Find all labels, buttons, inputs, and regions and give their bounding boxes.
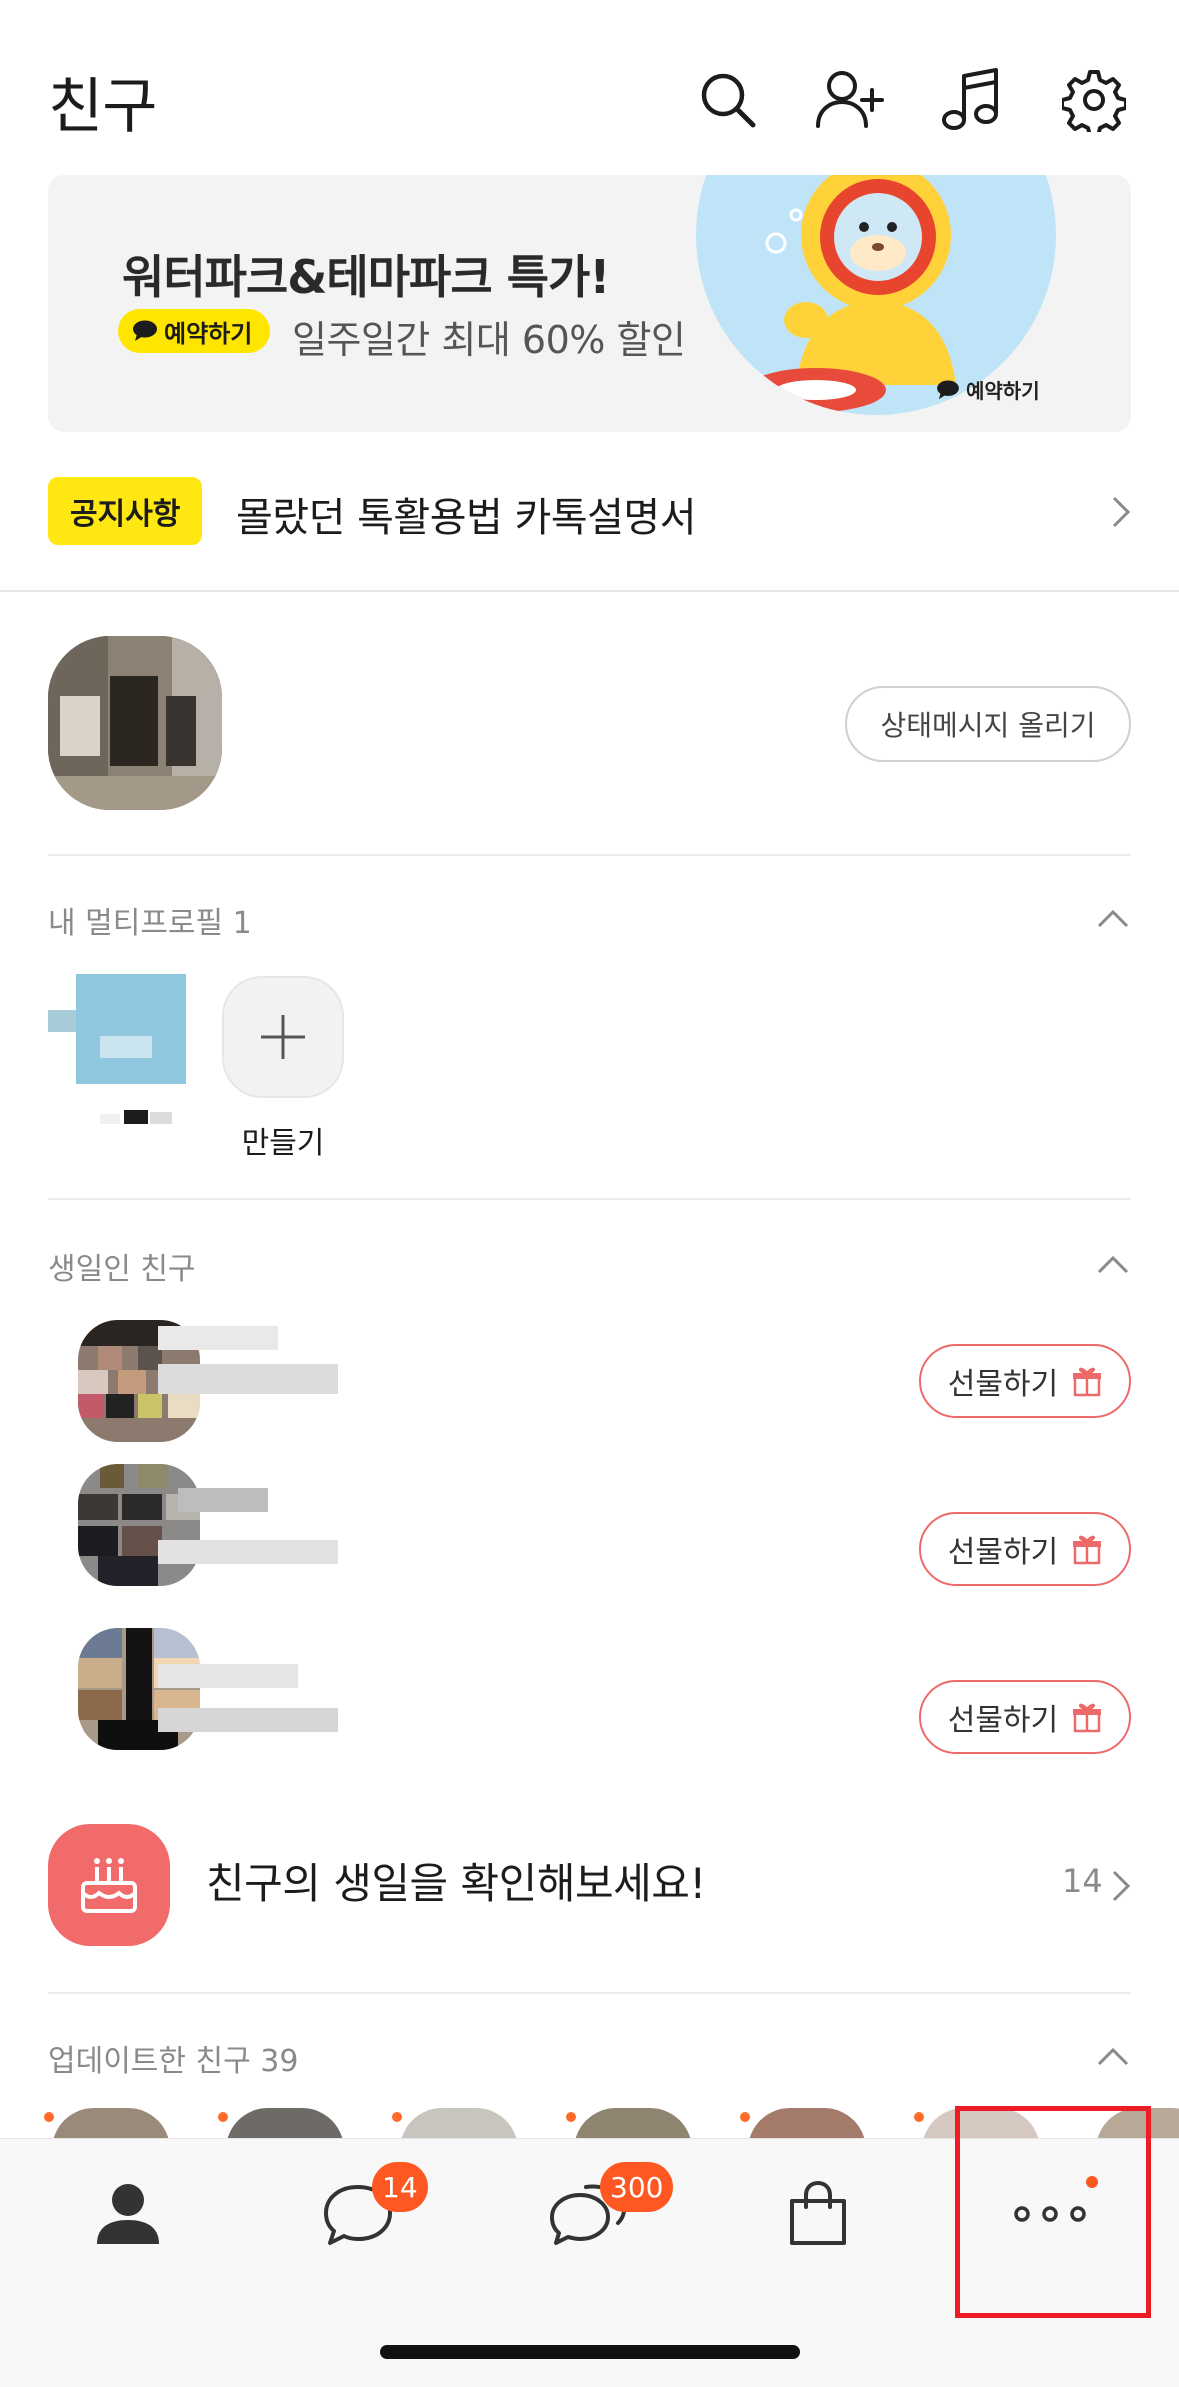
notice-link[interactable]: 몰랐던 톡활용법 카톡설명서 (236, 485, 697, 543)
friend-status-blurred (158, 1708, 338, 1732)
friend-name-blurred (178, 1488, 268, 1512)
banner-reserve-pill: 예약하기 (118, 309, 271, 353)
highlight-annotation-box (955, 2106, 1151, 2318)
music-icon[interactable] (932, 62, 1008, 138)
birthday-cake-icon (48, 1824, 170, 1946)
chevron-up-icon[interactable] (1093, 898, 1133, 938)
banner-pill-label: 예약하기 (164, 319, 253, 348)
gift-button-label: 선물하기 (947, 1367, 1059, 1402)
settings-gear-icon[interactable] (1056, 62, 1132, 138)
new-indicator-dot (740, 2112, 750, 2122)
make-multi-profile-label: 만들기 (241, 1126, 325, 1161)
friend-status-blurred (158, 1364, 338, 1394)
banner-corner-reserve: 예약하기 (936, 375, 1040, 404)
gift-box-icon (1073, 1535, 1102, 1565)
friend-avatar (78, 1464, 200, 1586)
send-gift-button[interactable]: 선물하기 (919, 1680, 1131, 1754)
banner-title: 워터파크&테마파크 특가! (122, 250, 610, 304)
section-divider (0, 590, 1179, 592)
person-icon (97, 2184, 159, 2244)
friend-name-blurred (158, 1326, 278, 1350)
new-indicator-dot (392, 2112, 402, 2122)
notice-badge: 공지사항 (48, 477, 203, 545)
section-divider (48, 854, 1131, 856)
friend-status-blurred (158, 1540, 338, 1564)
open-chat-badge: 300 (600, 2162, 674, 2212)
new-indicator-dot (218, 2112, 228, 2122)
add-friend-icon[interactable] (812, 62, 888, 138)
shopping-bag-icon (790, 2181, 846, 2245)
post-status-message-button[interactable]: 상태메시지 올리기 (845, 686, 1131, 762)
updated-friends-section-title: 업데이트한 친구 39 (48, 2044, 299, 2079)
tab-friends[interactable] (58, 2164, 198, 2264)
new-indicator-dot (914, 2112, 924, 2122)
new-indicator-dot (44, 2112, 54, 2122)
friend-name-blurred (158, 1664, 298, 1688)
gift-button-label: 선물하기 (947, 1703, 1059, 1738)
birthday-count: 14 (1062, 1862, 1103, 1900)
birthday-section-title: 생일인 친구 (48, 1252, 196, 1287)
section-divider (48, 1992, 1131, 1994)
make-multi-profile-button[interactable] (222, 976, 344, 1098)
chevron-up-icon[interactable] (1093, 2036, 1133, 2076)
gift-button-label: 선물하기 (947, 1535, 1059, 1570)
chevron-up-icon[interactable] (1093, 1244, 1133, 1284)
my-profile-avatar[interactable] (48, 636, 222, 810)
page-title: 친구 (48, 72, 157, 142)
chevron-right-icon[interactable] (1108, 1868, 1132, 1908)
send-gift-button[interactable]: 선물하기 (919, 1344, 1131, 1418)
search-icon[interactable] (690, 62, 766, 138)
home-indicator[interactable] (380, 2345, 800, 2359)
check-birthdays-link[interactable]: 친구의 생일을 확인해보세요! (206, 1850, 706, 1911)
chat-unread-badge: 14 (372, 2162, 428, 2212)
banner-subtitle: 일주일간 최대 60% 할인 (292, 318, 686, 362)
chevron-right-icon[interactable] (1108, 494, 1132, 534)
multi-profile-avatar[interactable] (48, 974, 188, 1134)
banner-corner-label: 예약하기 (966, 379, 1040, 403)
gift-box-icon (1073, 1367, 1102, 1397)
tab-shopping[interactable] (748, 2164, 888, 2264)
multi-profile-section-title: 내 멀티프로필 1 (48, 906, 252, 941)
gift-box-icon (1073, 1703, 1102, 1733)
send-gift-button[interactable]: 선물하기 (919, 1512, 1131, 1586)
ad-banner[interactable]: 워터파크&테마파크 특가! 예약하기 일주일간 최대 60% 할인 예약하기 (48, 175, 1131, 432)
new-indicator-dot (566, 2112, 576, 2122)
section-divider (48, 1198, 1131, 1200)
plus-icon (261, 1015, 305, 1059)
